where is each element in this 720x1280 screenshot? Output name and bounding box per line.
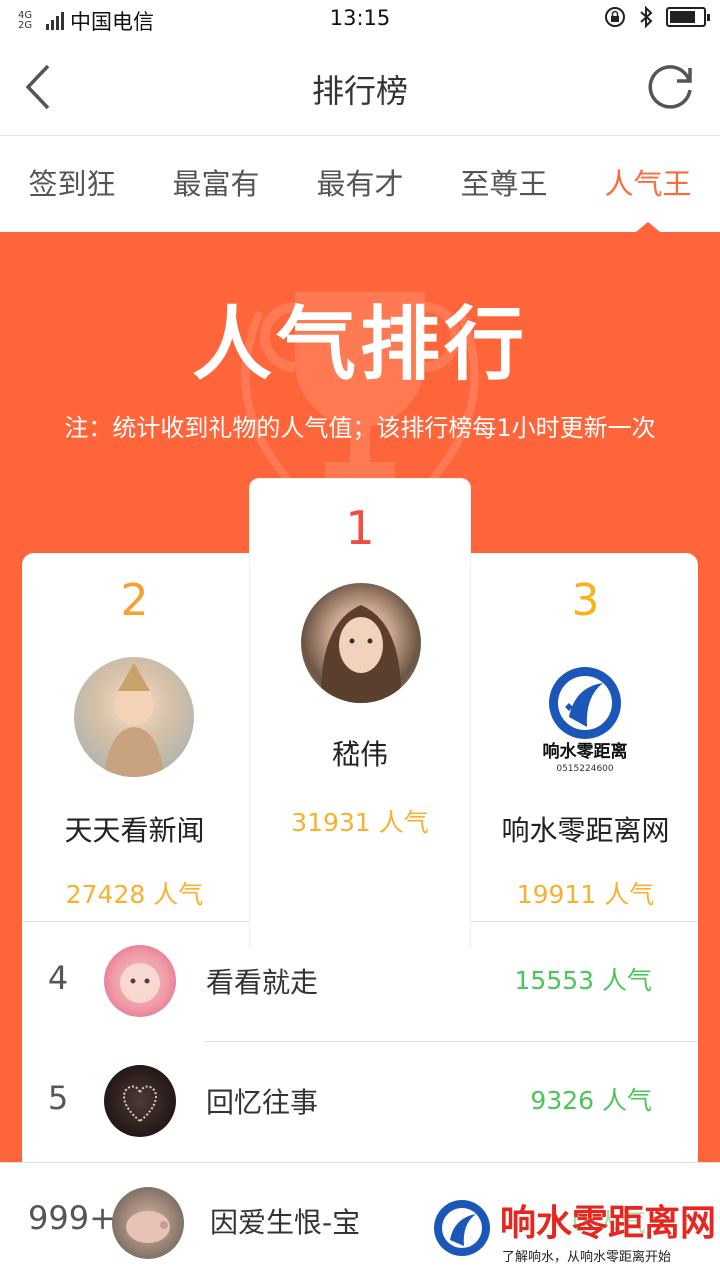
active-tab-caret [636,222,660,232]
popularity-value: 9326 人气 [530,1086,652,1115]
banner-title: 人气排行 [192,298,528,391]
avatar [112,1187,184,1259]
user-name: 看看就走 [206,966,319,999]
bluetooth-icon [640,6,653,28]
rank-number: 2 [120,575,149,626]
tab-richest[interactable]: 最富有 [144,137,288,232]
avatar [104,1065,176,1137]
logo-text: 响水零距离 [543,741,628,762]
list-item[interactable]: 5 回忆往事 9326 人气 [22,1041,698,1161]
podium-second[interactable]: 2 天天看新闻 27428 人气 [22,553,247,923]
tab-talented[interactable]: 最有才 [288,137,432,232]
page-title: 排行榜 [311,72,408,110]
podium-third[interactable]: 3 响水零距离 0515224600 响水零距离网 19911 人气 [473,553,698,923]
battery-icon [666,7,710,27]
ranking-tabs: 签到狂 最富有 最有才 至尊王 人气王 [0,137,720,232]
avatar [301,583,421,703]
refresh-icon[interactable] [644,60,698,114]
user-name: 响水零距离网 [501,814,670,847]
rank-number: 5 [47,1079,69,1117]
my-name: 因爱生恨-宝 [210,1206,361,1239]
avatar: 响水零距离 0515224600 [525,657,645,777]
user-name: 天天看新闻 [64,814,205,847]
podium-first[interactable]: 1 嵇伟 31931 人气 [249,478,471,948]
user-name: 回忆往事 [206,1086,319,1119]
rotation-lock-icon [605,7,625,27]
watermark-title: 响水零距离网 [500,1202,717,1244]
rank-number: 1 [345,501,375,555]
popularity-value: 31931 人气 [291,808,429,837]
tab-popularity-label: 人气王 [604,167,692,201]
logo-subtext: 0515224600 [556,764,614,774]
popularity-value: 15553 人气 [514,966,652,995]
tab-sign-in[interactable]: 签到狂 [0,137,144,232]
user-name: 嵇伟 [331,738,388,771]
watermark: 响水零距离网 了解响水，从响水零距离开始 [428,1192,720,1280]
my-rank-number: 999+ [28,1199,116,1237]
watermark-subtitle: 了解响水，从响水零距离开始 [502,1250,672,1265]
status-right [604,6,710,28]
popularity-value: 27428 人气 [65,880,204,909]
avatar [104,945,176,1017]
top-bar: 排行榜 [0,38,720,136]
popularity-value: 19911 人气 [516,880,655,909]
rank-number: 3 [571,575,600,626]
banner-note: 注：统计收到礼物的人气值；该排行榜每1小时更新一次 [64,414,656,442]
tab-popularity[interactable]: 人气王 [576,137,720,232]
tab-supreme[interactable]: 至尊王 [432,137,576,232]
watermark-logo-icon [434,1200,490,1256]
rank-number: 4 [47,959,69,997]
status-bar: 4G 2G 中国电信 13:15 [0,0,720,38]
avatar [74,657,194,777]
